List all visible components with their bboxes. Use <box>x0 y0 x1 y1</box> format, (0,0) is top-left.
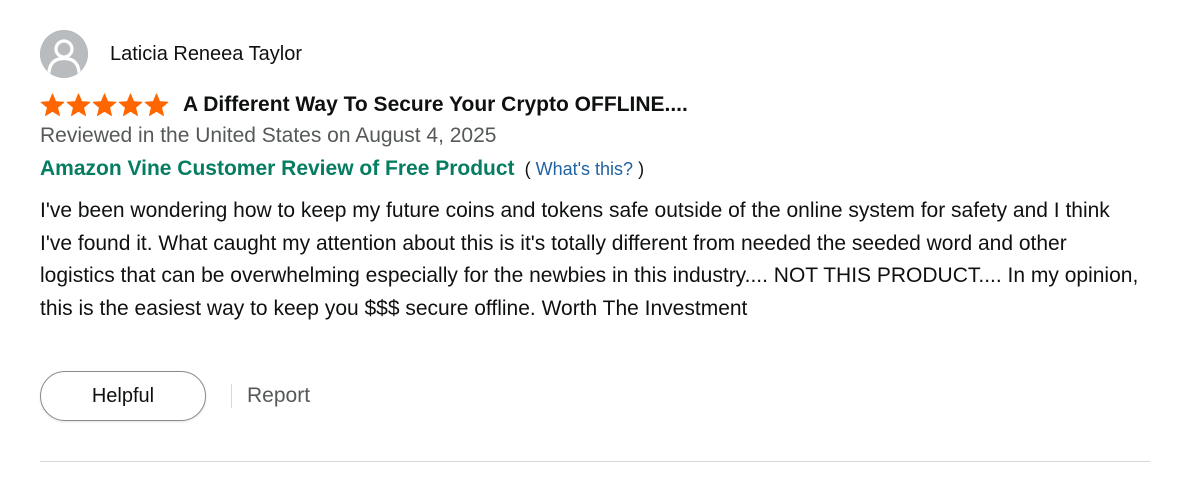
review-date: Reviewed in the United States on August … <box>40 124 497 147</box>
review-title[interactable]: A Different Way To Secure Your Crypto OF… <box>183 93 688 117</box>
action-divider <box>231 384 232 408</box>
reviewer-name[interactable]: Laticia Reneea Taylor <box>110 43 302 66</box>
star-icon <box>92 93 117 117</box>
whats-this-link[interactable]: What's this? <box>536 159 633 179</box>
review-actions: Helpful Report <box>40 369 310 423</box>
vine-badge-row: Amazon Vine Customer Review of Free Prod… <box>40 157 644 181</box>
star-icon <box>118 93 143 117</box>
report-link[interactable]: Report <box>247 384 310 408</box>
star-icon <box>66 93 91 117</box>
default-user-avatar-icon <box>40 30 88 78</box>
avatar[interactable] <box>40 30 88 78</box>
vine-help-open-paren: ( <box>524 159 531 179</box>
star-icon <box>144 93 169 117</box>
vine-help: ( What's this? ) <box>525 159 645 180</box>
reviewer-profile[interactable]: Laticia Reneea Taylor <box>40 30 302 78</box>
section-divider <box>40 461 1150 462</box>
vine-label: Amazon Vine Customer Review of Free Prod… <box>40 157 515 180</box>
review-body: I've been wondering how to keep my futur… <box>40 199 1139 320</box>
review-title-row: A Different Way To Secure Your Crypto OF… <box>40 90 688 120</box>
helpful-button[interactable]: Helpful <box>40 371 206 421</box>
star-rating[interactable] <box>40 93 169 117</box>
vine-help-close-paren: ) <box>638 159 645 179</box>
star-icon <box>40 93 65 117</box>
